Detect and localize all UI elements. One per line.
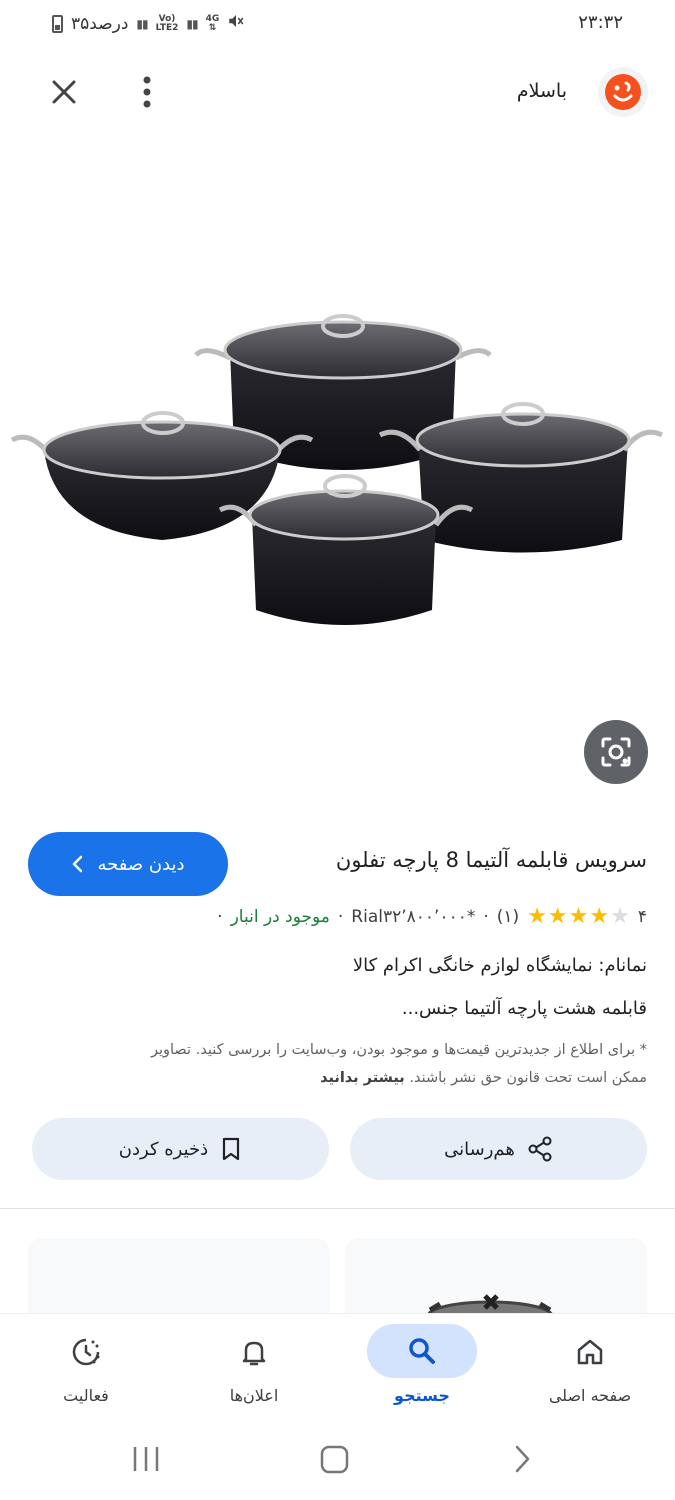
more-options-button[interactable] [132,72,162,112]
lens-search-button[interactable] [584,720,648,784]
share-icon [528,1136,552,1162]
battery-icon [52,14,63,33]
status-bar: ۳۵درصد ▮▮ Vo) LTE2 ▮▮ 4G ⇅ ۲۳:۳۲ [0,0,675,48]
stock-status: موجود در انبار [230,907,330,927]
nav-notifications[interactable]: اعلان‌ها [170,1322,338,1422]
battery-text: ۳۵درصد [71,13,129,34]
star-icon: ★ [568,904,589,929]
home-icon [558,1330,622,1374]
home-system-button[interactable] [320,1445,349,1474]
rating-row: ۴ ★ ★ ★ ★ ★ (۱) · Rial۳۲٬۸۰۰٬۰۰۰* · موجو… [217,906,647,928]
share-button[interactable]: هم‌رسانی [350,1118,647,1180]
volte-indicator: Vo) LTE2 [155,13,179,33]
system-navigation [0,1425,675,1500]
save-label: ذخیره کردن [118,1138,209,1160]
lens-icon [601,737,631,767]
mute-icon [227,12,245,35]
top-bar: باسلام [0,58,675,126]
separator: · [217,907,223,927]
recent-apps-button[interactable] [133,1447,159,1471]
back-system-button[interactable] [515,1445,530,1473]
nav-search-label: جستجو [394,1386,450,1405]
product-description: قابلمه هشت پارچه آلتیما جنس... [401,998,647,1019]
review-count: (۱) [496,907,520,927]
signal-icon: ▮▮ [136,16,148,31]
more-vert-icon [143,76,151,108]
price: Rial۳۲٬۸۰۰٬۰۰۰* [351,907,476,927]
star-icon: ★ [589,904,610,929]
site-name[interactable]: باسلام [517,80,567,102]
save-button[interactable]: ذخیره کردن [32,1118,329,1180]
close-button[interactable] [44,72,84,112]
rating-value: ۴ [637,907,647,927]
clock: ۲۳:۳۲ [578,12,623,33]
section-divider [0,1208,675,1209]
activity-icon [54,1330,118,1374]
learn-more-link[interactable]: بیشتر بدانید [320,1070,405,1086]
bell-icon [222,1330,286,1374]
seller-name: نمانام: نمایشگاه لوازم خانگی اکرام کالا [352,955,647,976]
close-icon [52,80,76,104]
separator: · [337,907,344,927]
nav-search[interactable]: جستجو [338,1322,506,1422]
chevron-left-icon [73,855,83,873]
signal-icon-2: ▮▮ [186,16,198,31]
network-4g-indicator: 4G ⇅ [205,13,220,33]
status-indicators: ۳۵درصد ▮▮ Vo) LTE2 ▮▮ 4G ⇅ [52,12,245,35]
star-empty-icon: ★ [610,904,630,929]
product-title: سرویس قابلمه آلتیما 8 پارچه تفلون [335,848,647,872]
share-label: هم‌رسانی [444,1138,515,1160]
search-icon [367,1324,477,1378]
product-image[interactable] [0,290,675,650]
nav-notifications-label: اعلان‌ها [229,1386,279,1405]
bottom-navigation: صفحه اصلی جستجو اعلان‌ها فعالیت [0,1313,675,1425]
separator: · [483,907,489,927]
price-disclaimer: * برای اطلاع از جدیدترین قیمت‌ها و موجود… [122,1036,647,1092]
rating-stars: ★ ★ ★ ★ ★ [527,906,630,928]
nav-home-label: صفحه اصلی [548,1386,632,1405]
nav-activity-label: فعالیت [63,1386,109,1405]
star-icon: ★ [527,904,547,929]
nav-home[interactable]: صفحه اصلی [506,1322,674,1422]
site-logo[interactable] [598,67,648,117]
basalam-logo-icon [605,74,641,110]
visit-page-button[interactable]: دیدن صفحه [28,832,228,896]
bookmark-icon [223,1137,240,1161]
nav-activity[interactable]: فعالیت [2,1322,170,1422]
visit-page-label: دیدن صفحه [97,853,185,875]
star-icon: ★ [547,904,568,929]
